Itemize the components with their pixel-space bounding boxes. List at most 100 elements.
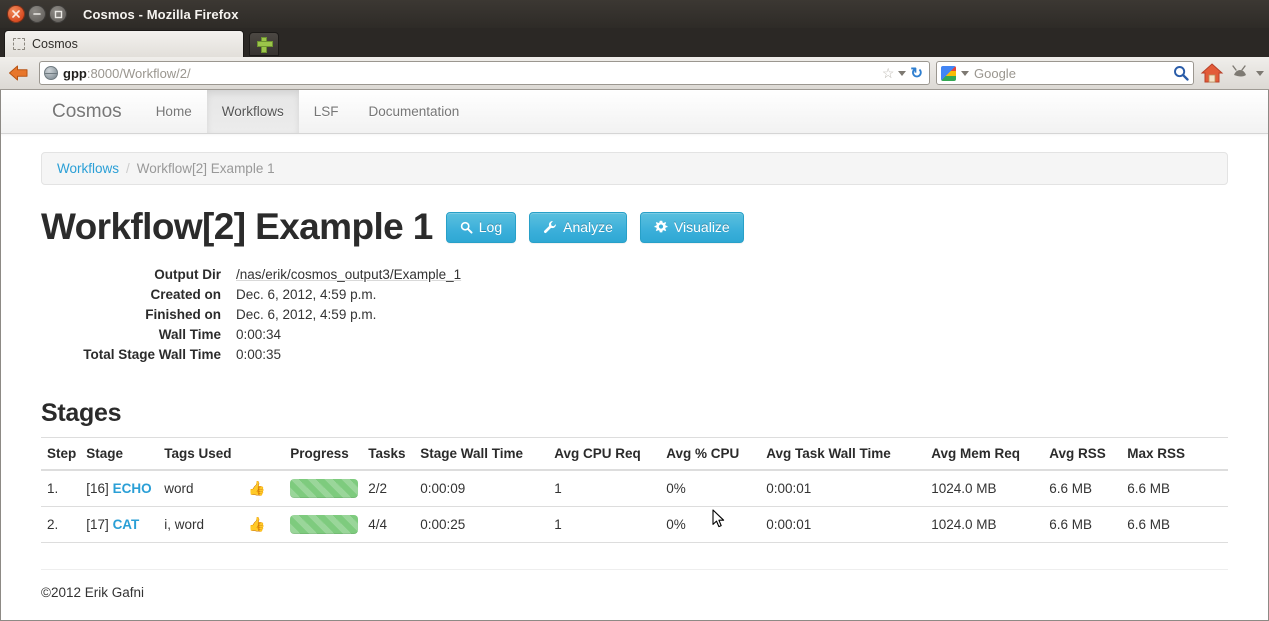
url-host: gpp bbox=[63, 65, 87, 81]
analyze-button[interactable]: Analyze bbox=[529, 211, 627, 243]
close-glyph bbox=[12, 10, 20, 18]
stages-table-header-row: Step Stage Tags Used Progress Tasks Stag… bbox=[41, 437, 1228, 471]
col-progress[interactable]: Progress bbox=[290, 437, 369, 471]
nav-item-home[interactable]: Home bbox=[141, 90, 207, 133]
window-controls bbox=[7, 5, 67, 23]
tab-favicon-icon bbox=[13, 38, 25, 50]
visualize-button[interactable]: Visualize bbox=[639, 211, 744, 243]
table-row[interactable]: 1. [16] ECHO word 👍 2/2 0:00:09 1 0% 0:0… bbox=[41, 470, 1228, 507]
nav-item-workflows[interactable]: Workflows bbox=[206, 90, 299, 133]
col-avg-cpu-req[interactable]: Avg CPU Req bbox=[554, 437, 667, 471]
col-stage[interactable]: Stage bbox=[86, 437, 165, 471]
browser-toolbar: gpp:8000/Workflow/2/ ☆ ↻ Google bbox=[0, 57, 1269, 90]
cell-stage: [17] CAT bbox=[86, 506, 165, 543]
detail-value-total-stage-wall-time: 0:00:35 bbox=[236, 347, 282, 362]
progress-bar bbox=[290, 479, 359, 498]
home-button[interactable] bbox=[1200, 62, 1224, 84]
col-avg-pct-cpu[interactable]: Avg % CPU bbox=[666, 437, 767, 471]
detail-label-total-stage-wall-time: Total Stage Wall Time bbox=[83, 347, 221, 362]
cell-avg-rss: 6.6 MB bbox=[1049, 506, 1128, 543]
site-navbar: Cosmos Home Workflows LSF Documentation bbox=[1, 90, 1268, 134]
address-bar-actions: ☆ ↻ bbox=[882, 66, 925, 81]
minimize-glyph bbox=[33, 13, 41, 15]
cell-avg-pct-cpu: 0% bbox=[666, 470, 767, 507]
search-engine-chevron-icon[interactable] bbox=[961, 70, 969, 76]
detail-label-finished-on: Finished on bbox=[145, 307, 221, 322]
cell-avg-pct-cpu: 0% bbox=[666, 506, 767, 543]
col-max-rss[interactable]: Max RSS bbox=[1127, 437, 1228, 471]
chevron-down-icon bbox=[1256, 70, 1264, 76]
col-tags-used[interactable]: Tags Used bbox=[164, 437, 249, 471]
col-avg-mem-req[interactable]: Avg Mem Req bbox=[931, 437, 1050, 471]
footer-copyright: ©2012 Erik Gafni bbox=[41, 585, 144, 600]
minimize-icon[interactable] bbox=[28, 5, 46, 23]
stages-table-head: Step Stage Tags Used Progress Tasks Stag… bbox=[41, 437, 1228, 471]
detail-value-finished-on: Dec. 6, 2012, 4:59 p.m. bbox=[236, 307, 377, 322]
table-row[interactable]: 2. [17] CAT i, word 👍 4/4 0:00:25 1 0% 0… bbox=[41, 506, 1228, 543]
window-title: Cosmos - Mozilla Firefox bbox=[83, 6, 239, 22]
thumbs-up-icon: 👍 bbox=[248, 480, 266, 496]
url-text: gpp:8000/Workflow/2/ bbox=[63, 66, 877, 81]
site-brand[interactable]: Cosmos bbox=[39, 90, 141, 133]
workflow-details: Output Dir /nas/erik/cosmos_output3/Exam… bbox=[41, 265, 1228, 365]
url-path: :8000/Workflow/2/ bbox=[86, 65, 191, 81]
page-viewport: Cosmos Home Workflows LSF Documentation … bbox=[0, 90, 1269, 621]
reload-icon[interactable]: ↻ bbox=[910, 66, 923, 81]
col-avg-rss[interactable]: Avg RSS bbox=[1049, 437, 1128, 471]
page-container: Workflows / Workflow[2] Example 1 Workfl… bbox=[1, 152, 1268, 600]
cell-avg-task-wall-time: 0:00:01 bbox=[766, 470, 932, 507]
addons-icon bbox=[1232, 65, 1246, 77]
log-button-label: Log bbox=[478, 219, 503, 235]
cell-step: 1. bbox=[41, 470, 87, 507]
col-avg-task-wall-time[interactable]: Avg Task Wall Time bbox=[766, 437, 932, 471]
cell-stage-wall-time: 0:00:25 bbox=[420, 506, 555, 543]
col-tasks[interactable]: Tasks bbox=[368, 437, 421, 471]
search-bar[interactable]: Google bbox=[936, 61, 1194, 85]
log-button[interactable]: Log bbox=[445, 211, 517, 243]
back-button[interactable] bbox=[5, 60, 33, 86]
cell-tags-used: word bbox=[164, 470, 249, 507]
maximize-icon[interactable] bbox=[49, 5, 67, 23]
search-input[interactable]: Google bbox=[974, 66, 1168, 81]
close-icon[interactable] bbox=[7, 5, 25, 23]
stage-link[interactable]: CAT bbox=[113, 517, 140, 532]
nav-item-lsf[interactable]: LSF bbox=[299, 90, 354, 133]
cell-stage: [16] ECHO bbox=[86, 470, 165, 507]
cell-stage-wall-time: 0:00:09 bbox=[420, 470, 555, 507]
browser-tab-cosmos[interactable]: Cosmos bbox=[4, 30, 244, 57]
detail-value-created-on: Dec. 6, 2012, 4:59 p.m. bbox=[236, 287, 377, 302]
cell-progress bbox=[290, 506, 369, 543]
star-icon[interactable]: ☆ bbox=[882, 66, 895, 80]
stage-link[interactable]: ECHO bbox=[113, 481, 152, 496]
magnifier-icon[interactable] bbox=[1173, 65, 1189, 81]
globe-icon bbox=[44, 66, 58, 80]
breadcrumb-divider: / bbox=[126, 161, 130, 176]
stages-table: Step Stage Tags Used Progress Tasks Stag… bbox=[41, 437, 1228, 543]
wrench-icon bbox=[544, 221, 557, 233]
chevron-down-icon[interactable] bbox=[898, 70, 907, 76]
page-title: Workflow[2] Example 1 bbox=[41, 206, 433, 247]
address-bar[interactable]: gpp:8000/Workflow/2/ ☆ ↻ bbox=[39, 61, 930, 85]
progress-bar bbox=[290, 515, 359, 534]
cell-tasks: 4/4 bbox=[368, 506, 421, 543]
toolbar-overflow-button[interactable] bbox=[1256, 70, 1264, 76]
nav-item-documentation[interactable]: Documentation bbox=[353, 90, 474, 133]
google-icon bbox=[941, 65, 956, 81]
tab-label: Cosmos bbox=[32, 37, 78, 51]
detail-value-wall-time: 0:00:34 bbox=[236, 327, 282, 342]
cell-avg-task-wall-time: 0:00:01 bbox=[766, 506, 932, 543]
addons-button[interactable] bbox=[1230, 64, 1250, 82]
detail-label-wall-time: Wall Time bbox=[158, 327, 221, 342]
cell-tasks: 2/2 bbox=[368, 470, 421, 507]
detail-value-output-dir[interactable]: /nas/erik/cosmos_output3/Example_1 bbox=[236, 265, 1228, 285]
col-step[interactable]: Step bbox=[41, 437, 87, 471]
new-tab-button[interactable] bbox=[249, 32, 279, 56]
stages-table-body: 1. [16] ECHO word 👍 2/2 0:00:09 1 0% 0:0… bbox=[41, 470, 1228, 543]
cell-max-rss: 6.6 MB bbox=[1127, 470, 1228, 507]
tab-strip: Cosmos bbox=[0, 28, 1269, 57]
footer-divider bbox=[41, 569, 1228, 570]
cell-status: 👍 bbox=[248, 506, 291, 543]
col-stage-wall-time[interactable]: Stage Wall Time bbox=[420, 437, 555, 471]
breadcrumb-link-workflows[interactable]: Workflows bbox=[57, 161, 119, 176]
cell-step: 2. bbox=[41, 506, 87, 543]
